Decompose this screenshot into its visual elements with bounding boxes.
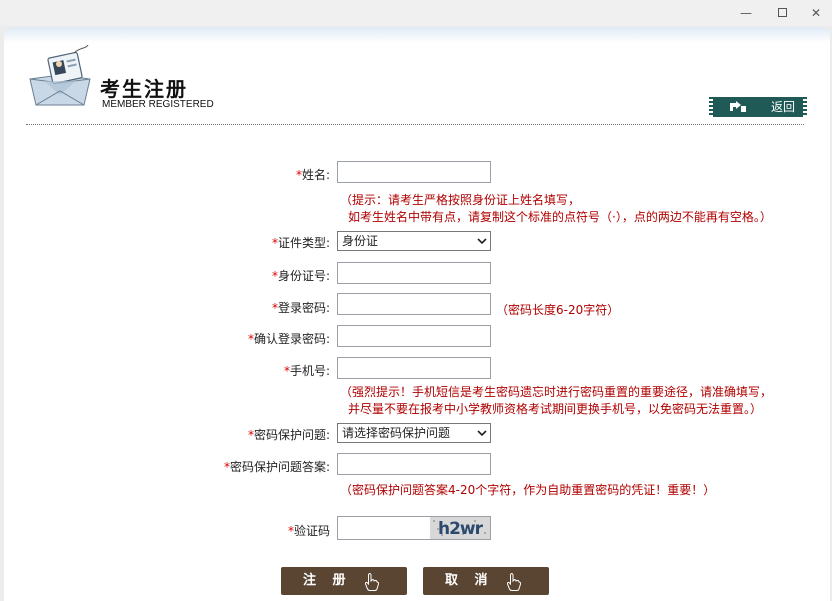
id-number-label: *身份证号: bbox=[271, 269, 330, 283]
confirm-password-label: *确认登录密码: bbox=[247, 332, 330, 346]
phone-hint-line1: （强烈提示！手机短信是考生密码遗忘时进行密码重置的重要途径，请准确填写， bbox=[340, 385, 773, 399]
security-question-label: *密码保护问题: bbox=[247, 428, 330, 442]
registration-panel: 考生注册 MEMBER REGISTERED 返回 *姓名: （提示：请考生严格… bbox=[4, 27, 830, 601]
hand-cursor-icon bbox=[507, 573, 521, 591]
page-title: 考生注册 bbox=[100, 77, 188, 101]
maximize-icon[interactable] bbox=[771, 4, 793, 22]
security-question-select[interactable]: 请选择密码保护问题 bbox=[337, 423, 491, 443]
chevron-down-icon bbox=[477, 238, 487, 245]
back-arrow-icon bbox=[730, 101, 746, 112]
window-titlebar: — ✕ bbox=[0, 0, 832, 26]
page-subtitle: MEMBER REGISTERED bbox=[102, 99, 214, 110]
captcha-text: h2wr bbox=[438, 519, 484, 539]
register-button[interactable]: 注 册 bbox=[281, 567, 407, 595]
security-answer-input[interactable] bbox=[337, 453, 491, 475]
security-answer-label: *密码保护问题答案: bbox=[223, 460, 330, 474]
close-icon[interactable]: ✕ bbox=[805, 4, 827, 22]
register-button-label: 注 册 bbox=[303, 573, 352, 588]
id-number-input[interactable] bbox=[337, 262, 491, 284]
hand-cursor-icon bbox=[365, 573, 379, 591]
confirm-password-input[interactable] bbox=[337, 325, 491, 347]
back-button-label: 返回 bbox=[770, 100, 795, 114]
security-question-selected: 请选择密码保护问题 bbox=[342, 426, 451, 440]
name-hint-line2: 如考生姓名中带有点，请复制这个标准的点符号（·），点的两边不能再有空格。） bbox=[348, 210, 772, 224]
name-hint-line1: （提示：请考生严格按照身份证上姓名填写， bbox=[340, 193, 581, 207]
back-button[interactable]: 返回 bbox=[709, 97, 807, 117]
chevron-down-icon bbox=[477, 430, 487, 437]
id-type-select[interactable]: 身份证 bbox=[337, 231, 491, 251]
password-input[interactable] bbox=[337, 293, 491, 315]
minimize-icon[interactable]: — bbox=[735, 4, 757, 22]
captcha-label: *验证码 bbox=[287, 524, 330, 538]
cancel-button[interactable]: 取 消 bbox=[423, 567, 549, 595]
password-label: *登录密码: bbox=[271, 301, 330, 315]
id-type-label: *证件类型: bbox=[271, 236, 330, 250]
password-hint: （密码长度6-20字符） bbox=[496, 303, 620, 317]
phone-label: *手机号: bbox=[283, 364, 330, 378]
phone-hint-line2: 并尽量不要在报考中小学教师资格考试期间更换手机号，以免密码无法重置。） bbox=[348, 402, 763, 416]
phone-input[interactable] bbox=[337, 357, 491, 379]
name-label: *姓名: bbox=[295, 168, 330, 182]
captcha-image[interactable]: h2wr bbox=[430, 517, 490, 539]
security-answer-hint: （密码保护问题答案4-20个字符，作为自助重置密码的凭证！重要！） bbox=[340, 483, 716, 497]
id-card-box-icon bbox=[29, 45, 91, 106]
name-input[interactable] bbox=[337, 161, 491, 183]
id-type-selected: 身份证 bbox=[342, 234, 379, 248]
cancel-button-label: 取 消 bbox=[445, 573, 494, 588]
header-divider bbox=[26, 124, 804, 125]
